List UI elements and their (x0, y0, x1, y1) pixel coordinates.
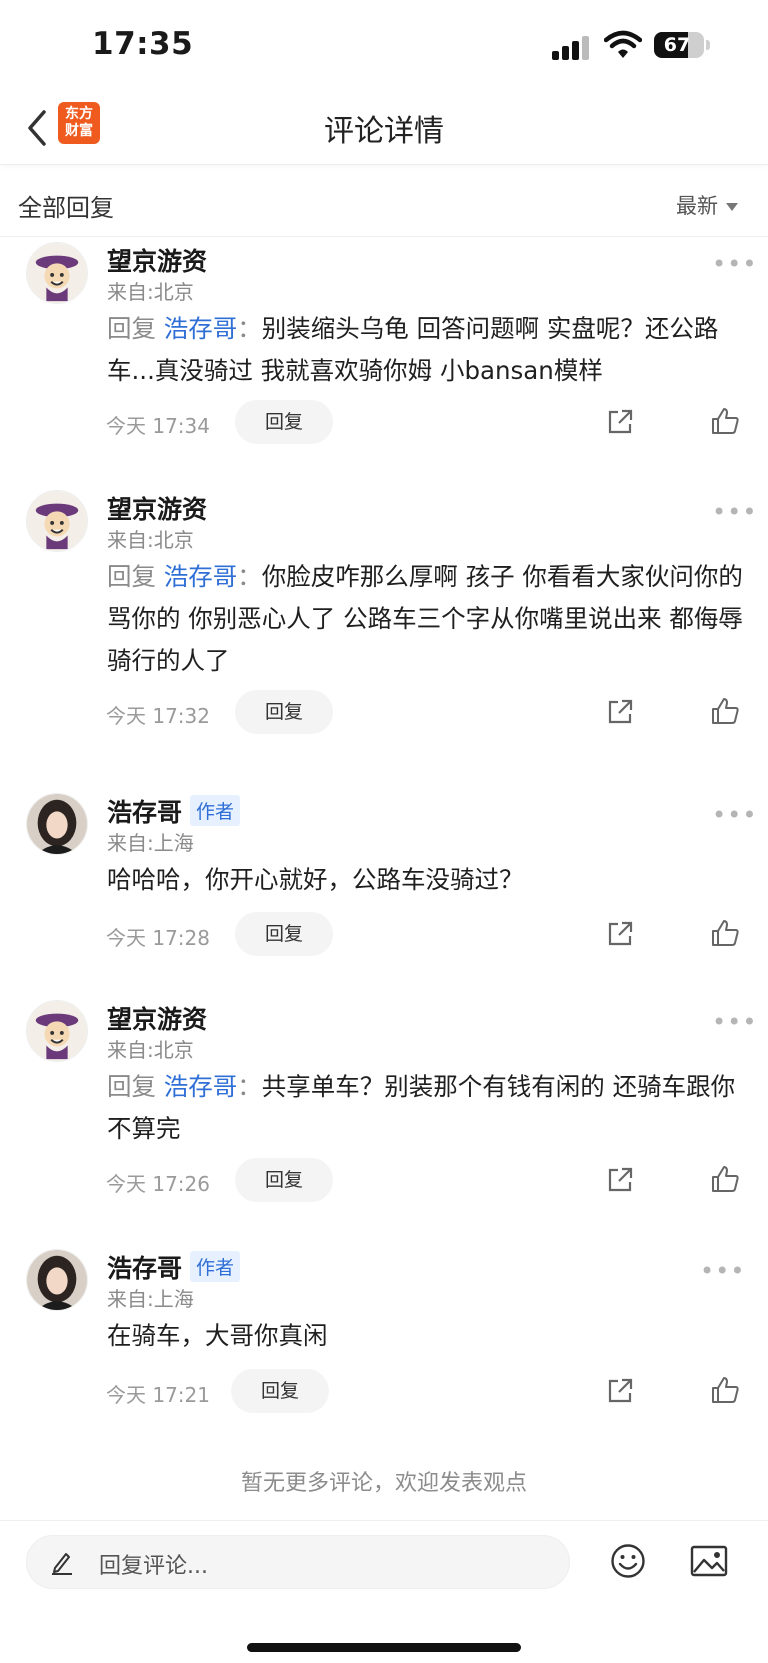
comment-time: 今天 17:28 (106, 926, 210, 950)
status-bar: 17:35 67 (0, 0, 768, 92)
comment-text: 哈哈哈，你开心就好，公路车没骑过？ (107, 865, 524, 894)
avatar[interactable] (26, 490, 88, 552)
section-header: 全部回复 最新 (0, 166, 768, 237)
reply-button[interactable]: 回复 (235, 912, 333, 956)
avatar[interactable] (26, 1000, 88, 1062)
more-icon[interactable]: ••• (712, 1008, 757, 1036)
location: 来自:上海 (107, 1287, 194, 1311)
username[interactable]: 望京游资 (107, 242, 207, 278)
wifi-icon (604, 30, 642, 58)
comment-text: 回复 浩存哥：你脸皮咋那么厚啊 孩子 你看看大家伙问你的 骂你的 你别恶心人了 … (107, 562, 743, 675)
reply-button[interactable]: 回复 (231, 1369, 329, 1413)
sort-dropdown[interactable]: 最新 (676, 190, 738, 220)
comment-item: 望京游资 来自:北京 ••• 回复 浩存哥：共享单车？别装那个有钱有闲的 还骑车… (0, 1000, 768, 1202)
avatar[interactable] (26, 793, 88, 855)
username[interactable]: 浩存哥 作者 (107, 793, 241, 829)
reply-target[interactable]: 浩存哥 (164, 562, 238, 591)
like-icon[interactable] (710, 1375, 740, 1405)
comment-item: 望京游资 来自:北京 ••• 回复 浩存哥：你脸皮咋那么厚啊 孩子 你看看大家伙… (0, 490, 768, 734)
location: 来自:北京 (107, 528, 194, 552)
nav-bar: 东方 财富 评论详情 (0, 92, 768, 165)
more-icon[interactable]: ••• (700, 1257, 745, 1285)
more-icon[interactable]: ••• (712, 250, 757, 278)
like-icon[interactable] (710, 696, 740, 726)
comment-text: 在骑车，大哥你真闲 (107, 1321, 328, 1350)
bottom-bar: 回复评论... (0, 1520, 768, 1663)
reply-button[interactable]: 回复 (235, 690, 333, 734)
status-time: 17:35 (92, 26, 194, 62)
home-indicator (247, 1643, 521, 1652)
cellular-signal-icon (552, 34, 594, 60)
more-icon[interactable]: ••• (712, 801, 757, 829)
share-icon[interactable] (606, 698, 634, 726)
reply-target[interactable]: 浩存哥 (164, 1072, 238, 1101)
username[interactable]: 望京游资 (107, 490, 207, 526)
location: 来自:北京 (107, 1038, 194, 1062)
comment-item: 浩存哥 作者 来自:上海 ••• 哈哈哈，你开心就好，公路车没骑过？ 今天 17:… (0, 793, 768, 956)
emoji-icon[interactable] (610, 1543, 646, 1579)
more-icon[interactable]: ••• (712, 498, 757, 526)
page-title: 评论详情 (324, 114, 444, 149)
comment-time: 今天 17:34 (106, 414, 210, 438)
no-more-comments-note: 暂无更多评论，欢迎发表观点 (240, 1471, 527, 1496)
comment-text: 回复 浩存哥：别装缩头乌龟 回答问题啊 实盘呢？还公路车...真没骑过 我就喜欢… (107, 314, 719, 385)
comment-item: 浩存哥 作者 来自:上海 ••• 在骑车，大哥你真闲 今天 17:21 回复 (0, 1249, 768, 1413)
location: 来自:上海 (107, 831, 194, 855)
comment-item: 望京游资 来自:北京 ••• 回复 浩存哥：别装缩头乌龟 回答问题啊 实盘呢？还… (0, 242, 768, 444)
share-icon[interactable] (606, 1377, 634, 1405)
battery-level: 67 (663, 34, 691, 56)
reply-input-placeholder: 回复评论... (99, 1554, 208, 1579)
like-icon[interactable] (710, 918, 740, 948)
share-icon[interactable] (606, 408, 634, 436)
username[interactable]: 望京游资 (107, 1000, 207, 1036)
reply-button[interactable]: 回复 (235, 400, 333, 444)
reply-button[interactable]: 回复 (235, 1158, 333, 1202)
location: 来自:北京 (107, 280, 194, 304)
battery-icon: 67 (654, 32, 704, 58)
comment-time: 今天 17:26 (106, 1172, 210, 1196)
reply-input[interactable]: 回复评论... (26, 1535, 570, 1589)
caret-down-icon (726, 203, 738, 211)
avatar[interactable] (26, 1249, 88, 1311)
author-badge: 作者 (190, 795, 241, 826)
like-icon[interactable] (710, 406, 740, 436)
username[interactable]: 浩存哥 作者 (107, 1249, 241, 1285)
avatar[interactable] (26, 242, 88, 304)
author-badge: 作者 (190, 1251, 241, 1282)
section-title: 全部回复 (18, 194, 114, 222)
comment-time: 今天 17:32 (106, 704, 210, 728)
reply-target[interactable]: 浩存哥 (164, 314, 238, 343)
like-icon[interactable] (710, 1164, 740, 1194)
pencil-icon (52, 1553, 72, 1575)
share-icon[interactable] (606, 1166, 634, 1194)
comment-text: 回复 浩存哥：共享单车？别装那个有钱有闲的 还骑车跟你不算完 (107, 1072, 736, 1143)
share-icon[interactable] (606, 920, 634, 948)
comment-time: 今天 17:21 (106, 1383, 210, 1407)
image-icon[interactable] (690, 1545, 728, 1577)
